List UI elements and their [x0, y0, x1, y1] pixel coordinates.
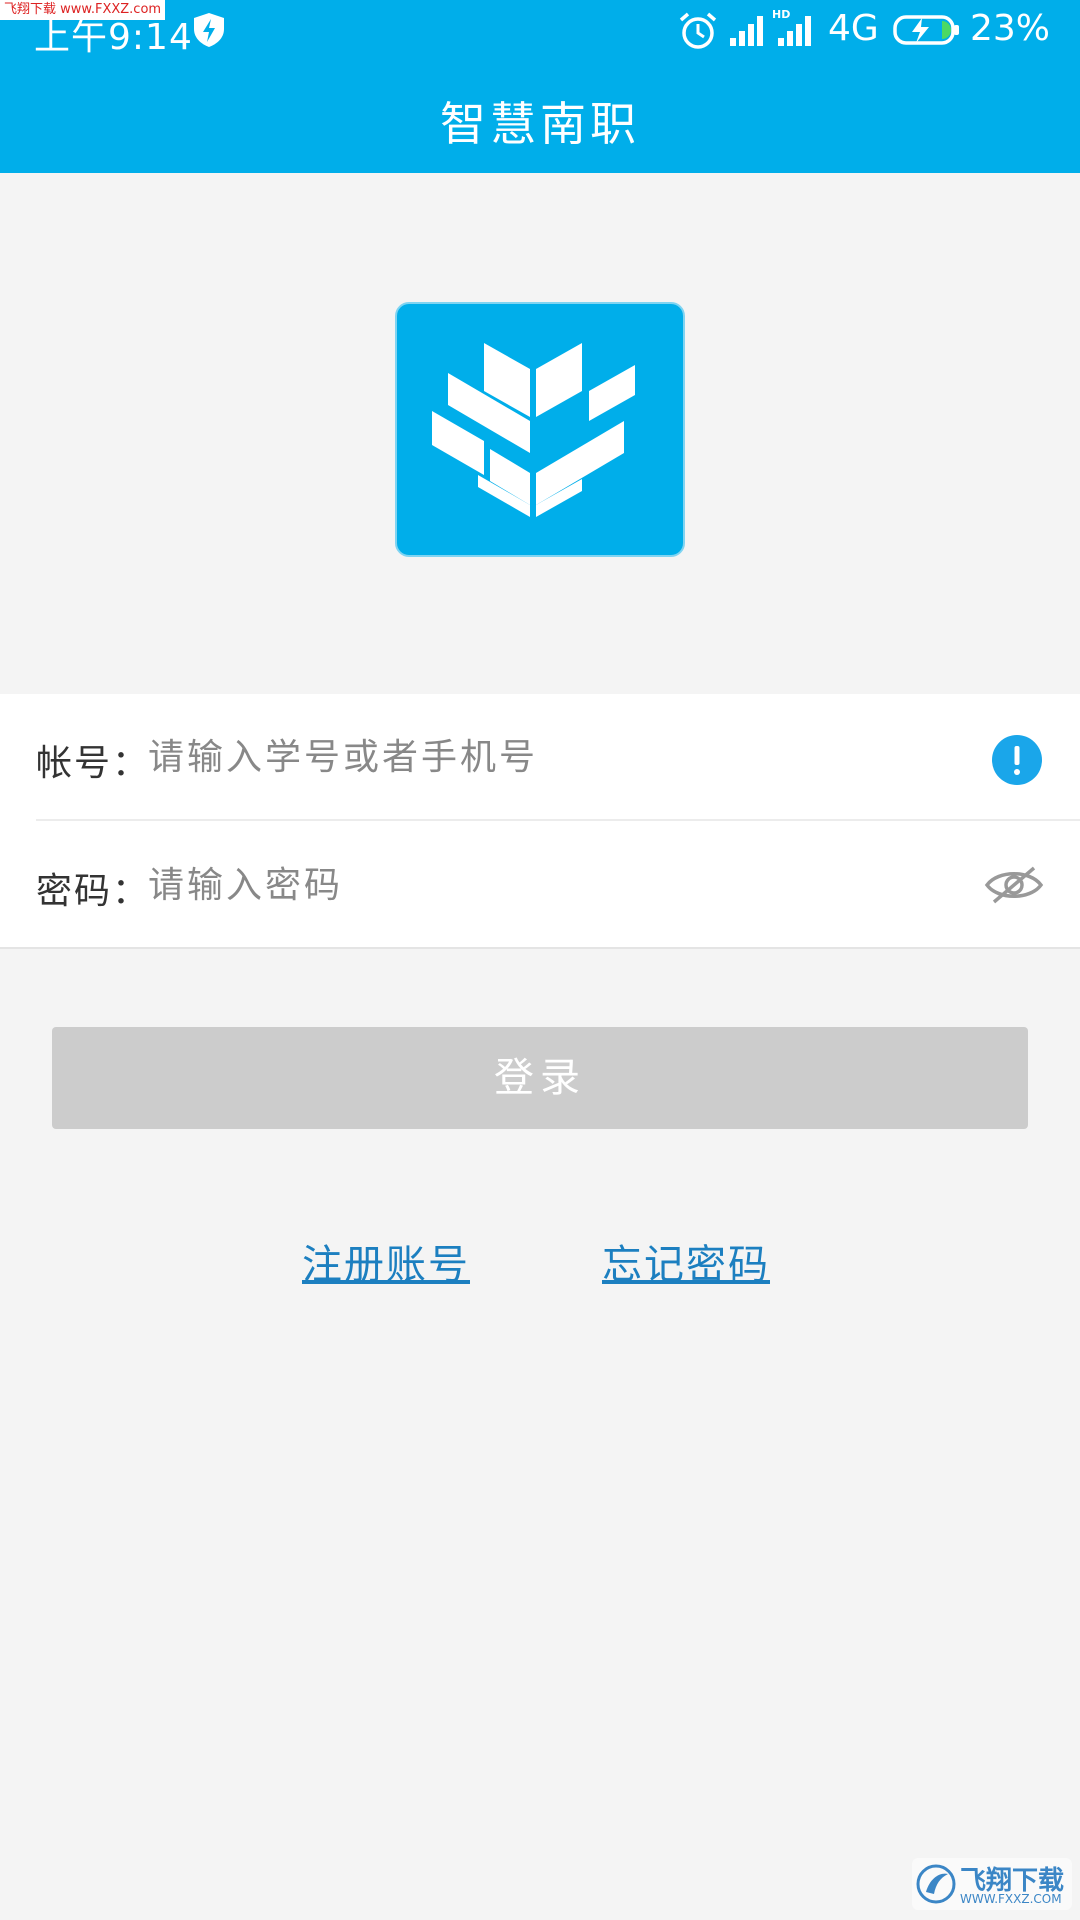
password-label: 密码：	[36, 871, 151, 912]
watermark-bottom: 飞翔下载 WWW.FXXZ.COM	[912, 1858, 1072, 1910]
battery-percentage: 23%	[970, 8, 1051, 49]
password-row: 密码：	[0, 822, 1080, 948]
school-logo-icon	[432, 343, 635, 517]
password-input[interactable]	[148, 852, 948, 918]
watermark-url: WWW.FXXZ.COM	[960, 1892, 1062, 1906]
hd-signal-icon: HD	[772, 8, 811, 46]
account-input[interactable]	[148, 724, 948, 790]
info-icon[interactable]	[992, 735, 1042, 785]
battery-charging-icon	[893, 15, 959, 45]
login-button[interactable]: 登录	[52, 1027, 1028, 1129]
watermark-top: 飞翔下载 www.FXXZ.com	[0, 0, 166, 20]
account-row: 帐号：	[0, 694, 1080, 821]
shield-icon	[194, 13, 224, 47]
login-form: 帐号： 密码：	[0, 694, 1080, 949]
app-logo	[395, 302, 685, 557]
account-label: 帐号：	[36, 743, 151, 784]
eye-off-icon[interactable]	[984, 862, 1044, 908]
app-title: 智慧南职	[440, 97, 640, 151]
row-divider	[36, 819, 1080, 821]
network-type: 4G	[828, 8, 879, 49]
signal-strength-icon	[730, 16, 763, 46]
alarm-icon	[679, 12, 717, 49]
watermark-logo-icon	[916, 1864, 956, 1904]
svg-text:HD: HD	[772, 8, 790, 21]
forgot-password-link[interactable]: 忘记密码	[602, 1232, 770, 1290]
register-link[interactable]: 注册账号	[302, 1232, 470, 1290]
app-header: 上午9:14 HD 4G 23% 智慧南职	[0, 0, 1080, 173]
